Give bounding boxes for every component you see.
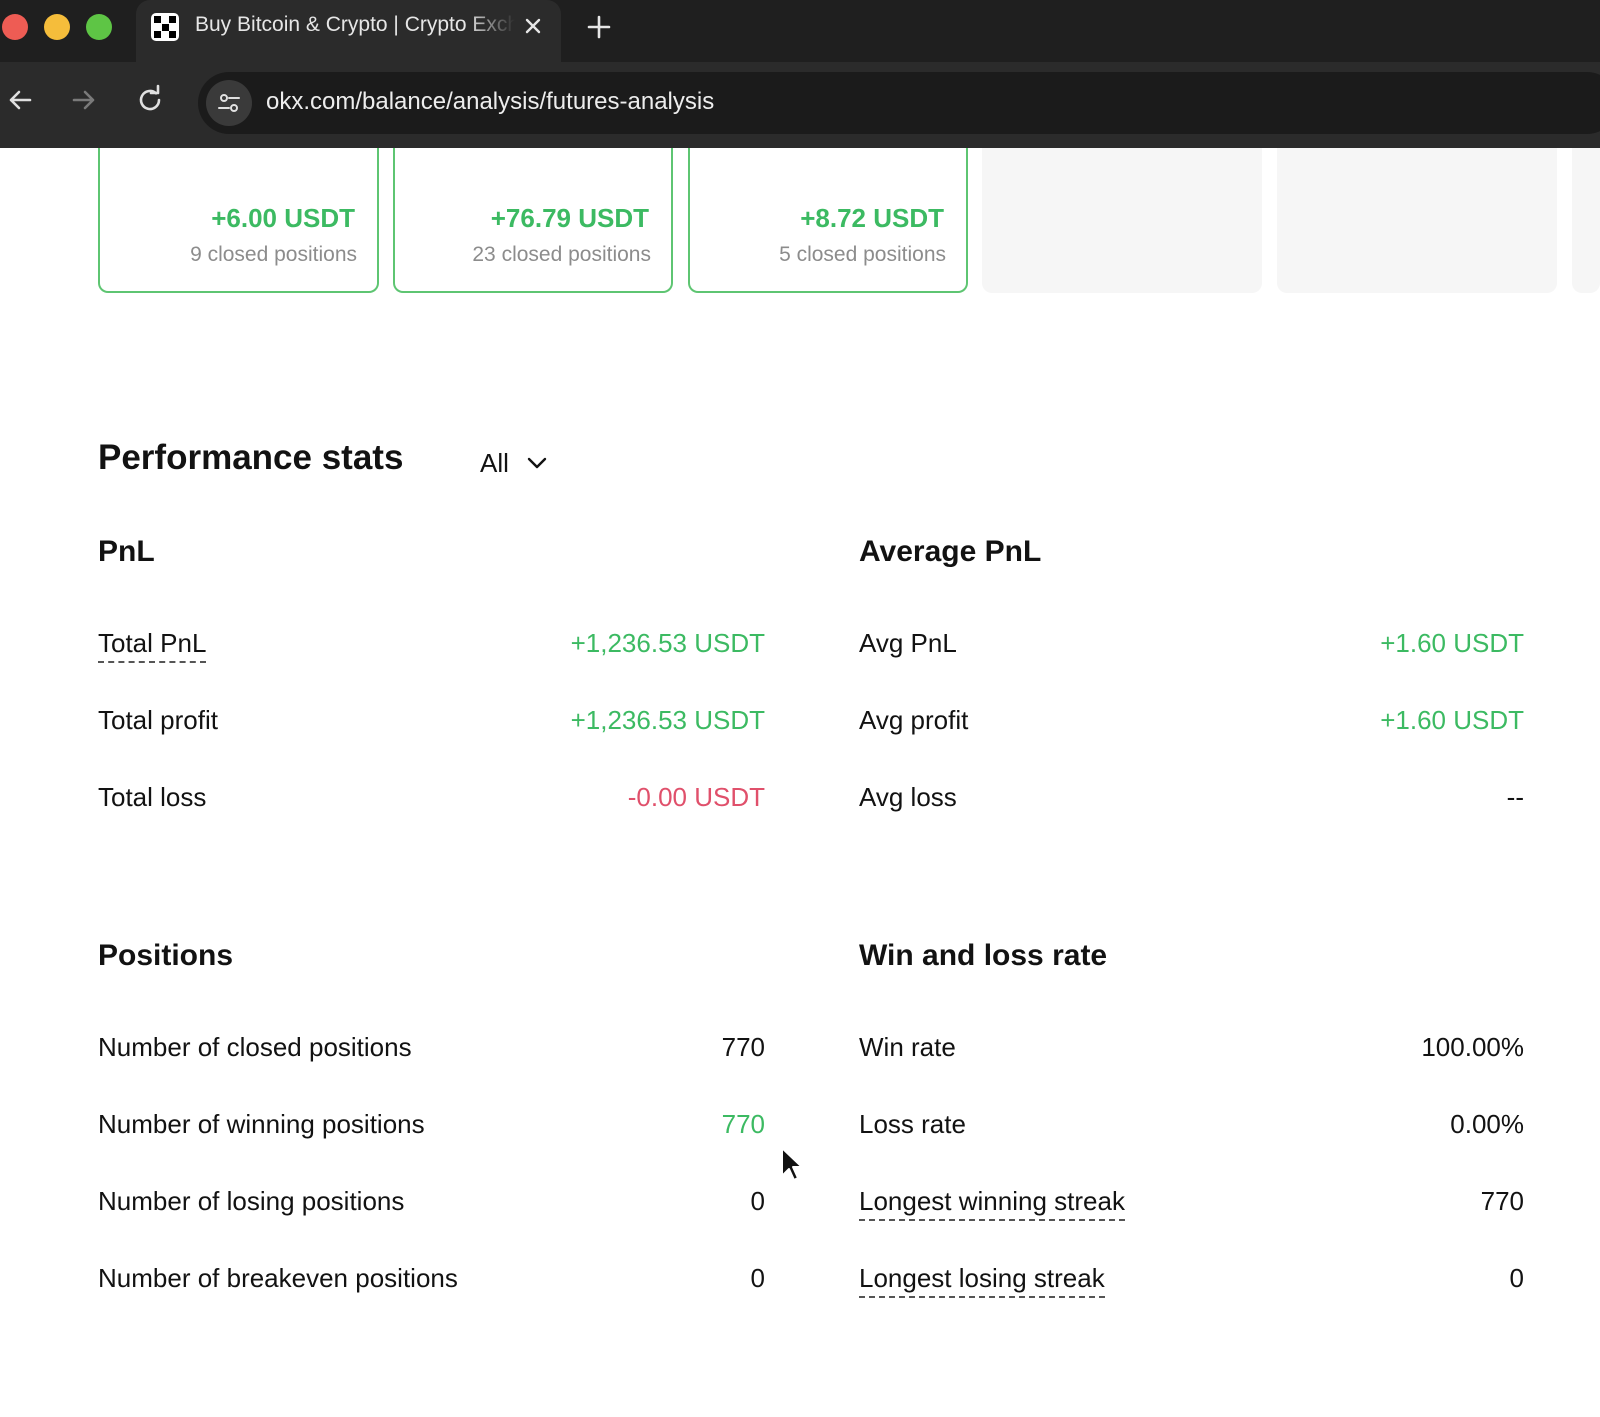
avg-pnl-value: +1.60 USDT [1380,628,1524,658]
plus-icon[interactable] [584,12,614,42]
position-card[interactable]: +76.79 USDT 23 closed positions [393,148,673,293]
card-closed-positions: 23 closed positions [472,243,651,266]
longest-winning-streak-value: 770 [1480,1186,1524,1216]
card-closed-positions: 9 closed positions [190,243,357,266]
loss-rate-value: 0.00% [1450,1109,1524,1139]
total-profit-value: +1,236.53 USDT [570,705,765,735]
mouse-cursor-icon [780,1146,804,1184]
window-zoom-button[interactable] [86,14,112,40]
avg-profit-label: Avg profit [859,705,969,735]
breakeven-positions-value: 0 [750,1263,765,1293]
total-pnl-label[interactable]: Total PnL [98,628,207,663]
arrow-right-icon[interactable] [68,84,100,116]
total-loss-value: -0.00 USDT [627,782,765,812]
longest-winning-streak-label[interactable]: Longest winning streak [859,1186,1125,1221]
address-bar[interactable]: okx.com/balance/analysis/futures-analysi… [198,72,1600,134]
card-pnl-value: +8.72 USDT [800,203,944,233]
tab-title: Buy Bitcoin & Crypto | Crypto Exchange [195,13,515,36]
win-rate-value: 100.00% [1421,1032,1524,1062]
position-card-placeholder [1277,148,1557,293]
pnl-title: PnL [98,535,155,568]
browser-toolbar: okx.com/balance/analysis/futures-analysi… [0,62,1600,148]
losing-positions-label: Number of losing positions [98,1186,405,1216]
closed-positions-label: Number of closed positions [98,1032,412,1062]
window-minimize-button[interactable] [44,14,70,40]
breakeven-positions-label: Number of breakeven positions [98,1263,458,1293]
total-pnl-value: +1,236.53 USDT [570,628,765,658]
longest-losing-streak-label[interactable]: Longest losing streak [859,1263,1105,1298]
close-icon[interactable] [520,13,546,39]
reload-icon[interactable] [134,84,166,116]
url-text[interactable]: okx.com/balance/analysis/futures-analysi… [266,88,714,116]
avg-pnl-label: Avg PnL [859,628,957,658]
filter-selected-value: All [480,447,509,478]
total-profit-label: Total profit [98,705,218,735]
browser-tab-bar: Buy Bitcoin & Crypto | Crypto Exchange [0,0,1600,62]
tune-icon[interactable] [206,80,252,126]
winning-positions-label: Number of winning positions [98,1109,425,1139]
card-closed-positions: 5 closed positions [779,243,946,266]
losing-positions-value: 0 [750,1186,765,1216]
positions-title: Positions [98,939,234,972]
chevron-down-icon [527,457,547,469]
average-pnl-title: Average PnL [859,535,1042,568]
okx-logo-icon [151,13,179,41]
performance-filter-dropdown[interactable]: All [480,443,549,483]
avg-loss-value: -- [1506,782,1524,812]
win-rate-label: Win rate [859,1032,956,1062]
card-pnl-value: +76.79 USDT [490,203,649,233]
avg-profit-value: +1.60 USDT [1380,705,1524,735]
position-card-placeholder [982,148,1262,293]
longest-losing-streak-value: 0 [1509,1263,1524,1293]
window-close-button[interactable] [2,14,28,40]
closed-positions-value: 770 [721,1032,765,1062]
card-pnl-value: +6.00 USDT [211,203,355,233]
avg-loss-label: Avg loss [859,782,957,812]
winning-positions-value: 770 [721,1109,765,1139]
loss-rate-label: Loss rate [859,1109,966,1139]
performance-stats-title: Performance stats [98,438,404,477]
position-card[interactable]: +8.72 USDT 5 closed positions [688,148,968,293]
arrow-left-icon[interactable] [4,84,36,116]
position-card[interactable]: +6.00 USDT 9 closed positions [98,148,379,293]
position-card-placeholder [1572,148,1600,293]
browser-tab[interactable]: Buy Bitcoin & Crypto | Crypto Exchange [136,0,561,62]
win-loss-rate-title: Win and loss rate [859,939,1108,972]
total-loss-label: Total loss [98,782,207,812]
